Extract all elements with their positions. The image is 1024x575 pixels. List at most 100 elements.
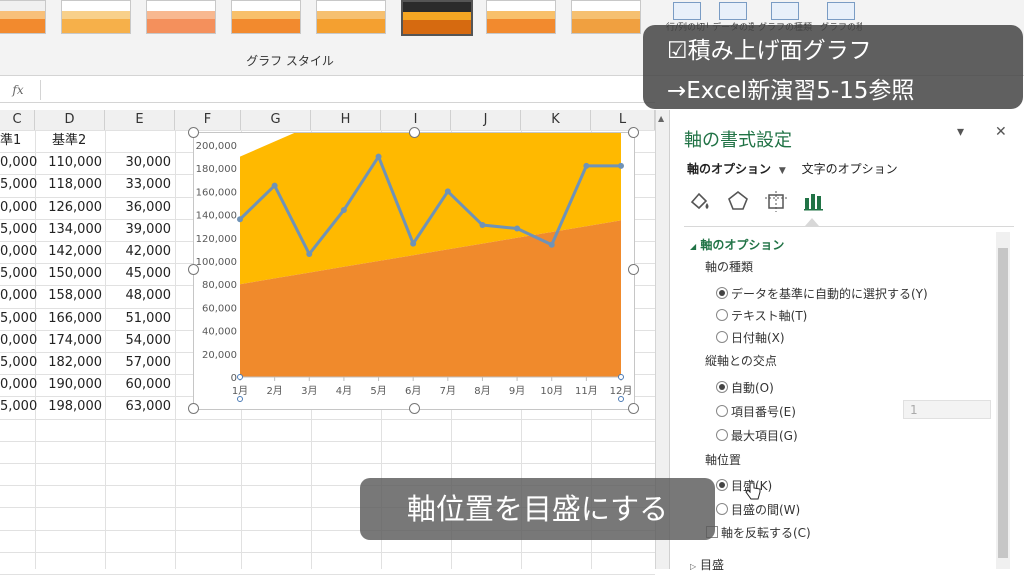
y-tick-label[interactable]: 200,000 xyxy=(196,141,237,152)
x-tick-label[interactable]: 7月 xyxy=(440,385,456,397)
radio-text-axis[interactable] xyxy=(716,309,728,321)
axis-selection-handle-right[interactable] xyxy=(618,374,624,380)
table-cell[interactable]: 63,000 xyxy=(105,396,172,418)
resize-handle-top[interactable] xyxy=(409,127,420,138)
radio-cross-auto[interactable] xyxy=(716,381,728,393)
radio-cross-max-label[interactable]: 最大項目(G) xyxy=(731,427,798,444)
radio-cross-auto-label[interactable]: 自動(O) xyxy=(731,379,774,396)
line-series-point[interactable] xyxy=(583,162,590,169)
formula-input[interactable] xyxy=(40,80,656,100)
x-tick-label[interactable]: 2月 xyxy=(266,385,282,397)
chart-style-thumbnail[interactable] xyxy=(231,0,301,34)
table-cell[interactable]: 0,000 xyxy=(0,374,37,396)
table-cell[interactable]: 0,000 xyxy=(0,197,37,219)
axis-options-icon[interactable] xyxy=(801,188,827,214)
x-tick-label[interactable]: 4月 xyxy=(336,385,352,397)
column-header-d[interactable]: D xyxy=(35,110,105,130)
resize-handle-top-left[interactable] xyxy=(188,127,199,138)
line-series-point[interactable] xyxy=(479,222,486,229)
pane-options-dropdown-icon[interactable]: ▾ xyxy=(957,124,964,140)
chart-area[interactable]: 0 20,000 40,000 60,000 80,000 100,000 120,000 1… xyxy=(193,0,635,410)
chart-style-thumbnail[interactable] xyxy=(401,0,473,36)
radio-text-axis-label[interactable]: テキスト軸(T) xyxy=(731,307,807,324)
stacked-area-chart[interactable]: 0 20,000 40,000 60,000 80,000 100,000 120,000 1… xyxy=(194,0,634,409)
column-header-f[interactable]: F xyxy=(175,110,241,130)
column-header-j[interactable]: J xyxy=(451,110,521,130)
resize-handle-bottom[interactable] xyxy=(409,403,420,414)
table-cell[interactable]: 5,000 xyxy=(0,308,37,330)
x-tick-label[interactable]: 1月 xyxy=(232,385,248,397)
y-tick-label[interactable]: 80,000 xyxy=(202,280,237,291)
x-tick-label[interactable]: 11月 xyxy=(575,385,598,397)
line-series-point[interactable] xyxy=(444,188,451,195)
line-series-point[interactable] xyxy=(306,251,313,258)
y-tick-label[interactable]: 20,000 xyxy=(202,350,237,361)
table-cell[interactable]: 準1 xyxy=(0,130,33,152)
column-header-k[interactable]: K xyxy=(521,110,591,130)
table-cell[interactable]: 190,000 xyxy=(35,374,102,396)
x-tick-label[interactable]: 6月 xyxy=(405,385,421,397)
table-cell[interactable]: 48,000 xyxy=(105,285,172,307)
table-cell[interactable]: 198,000 xyxy=(35,396,102,418)
x-tick-label[interactable]: 12月 xyxy=(610,385,633,397)
table-cell[interactable]: 54,000 xyxy=(105,330,172,352)
resize-handle-bottom-right[interactable] xyxy=(628,403,639,414)
x-tick-label[interactable]: 8月 xyxy=(474,385,490,397)
radio-between-tick-marks-label[interactable]: 目盛の間(W) xyxy=(731,501,800,518)
y-tick-label[interactable]: 120,000 xyxy=(196,234,237,245)
x-tick-label[interactable]: 3月 xyxy=(301,385,317,397)
radio-date-axis-label[interactable]: 日付軸(X) xyxy=(731,329,785,346)
tick-marks-section[interactable]: ▷ 目盛 xyxy=(690,556,724,573)
table-cell[interactable]: 39,000 xyxy=(105,219,172,241)
table-cell[interactable]: 158,000 xyxy=(35,285,102,307)
line-series-point[interactable] xyxy=(340,206,347,213)
scroll-up-icon[interactable]: ▲ xyxy=(658,114,664,123)
table-cell[interactable]: 42,000 xyxy=(105,241,172,263)
radio-cross-category-number[interactable] xyxy=(716,405,728,417)
radio-between-tick-marks[interactable] xyxy=(716,503,728,515)
line-series-point[interactable] xyxy=(514,225,521,232)
insert-function-icon[interactable]: fx xyxy=(0,80,36,100)
table-cell[interactable]: 36,000 xyxy=(105,197,172,219)
resize-handle-top-right[interactable] xyxy=(628,127,639,138)
table-cell[interactable]: 110,000 xyxy=(35,152,102,174)
table-cell[interactable]: 60,000 xyxy=(105,374,172,396)
size-properties-icon[interactable] xyxy=(763,188,789,214)
table-cell[interactable]: 142,000 xyxy=(35,241,102,263)
resize-handle-right[interactable] xyxy=(628,264,639,275)
radio-auto-select-label[interactable]: データを基準に自動的に選択する(Y) xyxy=(731,285,928,302)
line-series-point[interactable] xyxy=(548,241,555,248)
table-cell[interactable]: 5,000 xyxy=(0,174,37,196)
pane-scrollbar-thumb[interactable] xyxy=(998,248,1008,558)
category-number-input[interactable]: 1 xyxy=(903,400,991,419)
chart-style-thumbnail[interactable] xyxy=(486,0,556,34)
resize-handle-bottom-left[interactable] xyxy=(188,403,199,414)
line-series-point[interactable] xyxy=(375,153,382,160)
tab-axis-options[interactable]: 軸のオプション xyxy=(687,162,771,176)
axis-selection-handle-left[interactable] xyxy=(237,374,243,380)
table-cell[interactable]: 5,000 xyxy=(0,263,37,285)
y-tick-label[interactable]: 60,000 xyxy=(202,303,237,314)
x-tick-label[interactable]: 10月 xyxy=(540,385,563,397)
table-cell[interactable]: 0,000 xyxy=(0,285,37,307)
y-tick-label[interactable]: 100,000 xyxy=(196,257,237,268)
table-cell[interactable]: 30,000 xyxy=(105,152,172,174)
x-tick-label[interactable]: 9月 xyxy=(509,385,525,397)
y-tick-label[interactable]: 0 xyxy=(231,373,237,384)
table-cell[interactable]: 0,000 xyxy=(0,241,37,263)
axis-selection-handle-bottom-left[interactable] xyxy=(237,396,243,402)
effects-icon[interactable] xyxy=(725,188,751,214)
y-tick-label[interactable]: 40,000 xyxy=(202,327,237,338)
radio-date-axis[interactable] xyxy=(716,331,728,343)
radio-on-tick-marks[interactable] xyxy=(716,479,728,491)
column-header-h[interactable]: H xyxy=(311,110,381,130)
table-cell[interactable]: 0,000 xyxy=(0,152,37,174)
y-tick-label[interactable]: 180,000 xyxy=(196,164,237,175)
table-cell[interactable]: 33,000 xyxy=(105,174,172,196)
line-series-point[interactable] xyxy=(618,162,624,169)
chart-style-thumbnail[interactable] xyxy=(61,0,131,34)
table-cell[interactable]: 150,000 xyxy=(35,263,102,285)
y-tick-label[interactable]: 160,000 xyxy=(196,187,237,198)
resize-handle-left[interactable] xyxy=(188,264,199,275)
column-header-l[interactable]: L xyxy=(591,110,655,130)
